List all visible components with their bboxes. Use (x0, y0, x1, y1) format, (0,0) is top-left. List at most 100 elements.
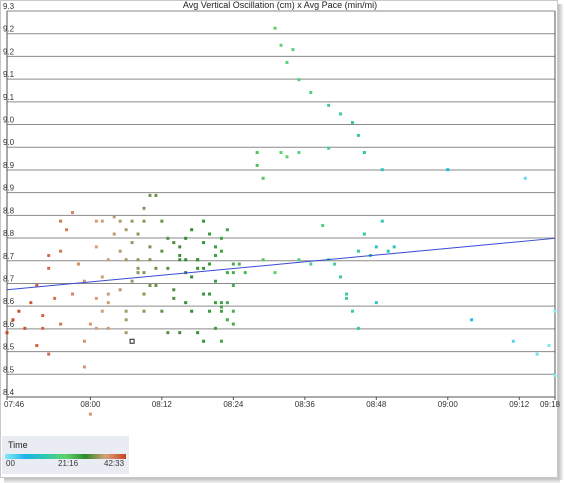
data-point (178, 331, 182, 335)
data-point (5, 331, 9, 335)
data-point (136, 258, 140, 262)
data-point (231, 262, 235, 266)
highlighted-point[interactable] (129, 338, 135, 344)
data-point (124, 228, 128, 232)
data-point (41, 326, 45, 330)
chart-title: Avg Vertical Oscillation (cm) x Avg Pace… (183, 0, 377, 10)
data-point (160, 249, 164, 253)
data-point (208, 309, 212, 313)
data-point (362, 151, 366, 155)
data-point (231, 322, 235, 326)
data-point (285, 155, 289, 159)
data-point (392, 245, 396, 249)
data-point (196, 266, 200, 270)
data-point (297, 151, 301, 155)
data-point (190, 228, 194, 232)
data-point (88, 412, 92, 416)
data-point (356, 249, 360, 253)
data-point (94, 219, 98, 223)
data-point (178, 253, 182, 257)
y-tick-label: 9.2 (3, 25, 15, 34)
data-point (172, 241, 176, 245)
data-point (208, 262, 212, 266)
data-point (178, 258, 182, 262)
data-point (71, 211, 75, 215)
y-tick-label: 9.0 (3, 116, 15, 125)
data-point (261, 176, 265, 180)
data-point (130, 241, 134, 245)
data-point (130, 219, 134, 223)
data-point (35, 344, 39, 348)
data-point (213, 245, 217, 249)
data-point (231, 283, 235, 287)
data-point (106, 258, 110, 262)
data-point (350, 121, 354, 125)
data-point (219, 301, 223, 305)
data-point (148, 258, 152, 262)
y-tick-label: 8.9 (3, 184, 15, 193)
grid-layer (6, 10, 556, 398)
data-point (273, 271, 277, 275)
data-point (339, 112, 343, 116)
data-point (261, 258, 265, 262)
data-point (100, 219, 104, 223)
data-point (11, 318, 15, 322)
y-tick-label: 9.1 (3, 70, 15, 79)
data-point (154, 283, 158, 287)
data-point (511, 339, 515, 343)
data-point (219, 339, 223, 343)
data-point (279, 151, 283, 155)
data-point (166, 266, 170, 270)
data-point (71, 292, 75, 296)
data-point (23, 326, 27, 330)
data-point (142, 271, 146, 275)
data-point (124, 318, 128, 322)
data-point (297, 78, 301, 82)
y-axis-ticks: 8.48.58.58.68.68.78.78.88.88.98.99.09.09… (3, 2, 15, 397)
data-point (291, 48, 295, 52)
data-point (380, 219, 384, 223)
data-point (41, 314, 45, 318)
x-tick-label: 09:12 (509, 400, 530, 409)
data-point (59, 322, 63, 326)
data-point (142, 309, 146, 313)
data-point (196, 258, 200, 262)
data-point (202, 219, 206, 223)
y-tick-label: 8.7 (3, 274, 15, 283)
data-point (142, 206, 146, 210)
data-point (225, 301, 229, 305)
data-point (202, 292, 206, 296)
y-tick-label: 8.6 (3, 297, 15, 306)
data-point (547, 344, 551, 348)
data-point (148, 193, 152, 197)
data-point (285, 60, 289, 64)
data-point (356, 326, 360, 330)
data-point (184, 236, 188, 240)
y-tick-label: 9.3 (3, 2, 15, 11)
data-point (190, 275, 194, 279)
data-point (327, 103, 331, 107)
data-point (184, 301, 188, 305)
data-point (225, 228, 229, 232)
data-point (166, 236, 170, 240)
data-point (118, 249, 122, 253)
data-point (47, 253, 51, 257)
data-point (202, 241, 206, 245)
data-point (470, 318, 474, 322)
data-point (88, 322, 92, 326)
data-point (219, 236, 223, 240)
data-point (213, 279, 217, 283)
data-point (219, 309, 223, 313)
x-tick-label: 09:00 (438, 400, 459, 409)
data-point (225, 271, 229, 275)
data-point (112, 215, 116, 219)
data-point (148, 283, 152, 287)
data-point (208, 292, 212, 296)
data-point (124, 258, 128, 262)
y-tick-label: 8.5 (3, 343, 15, 352)
legend-label-start: 00 (6, 459, 15, 468)
y-tick-label: 9.2 (3, 47, 15, 56)
y-tick-label: 8.8 (3, 229, 15, 238)
data-point (362, 232, 366, 236)
data-point (208, 232, 212, 236)
